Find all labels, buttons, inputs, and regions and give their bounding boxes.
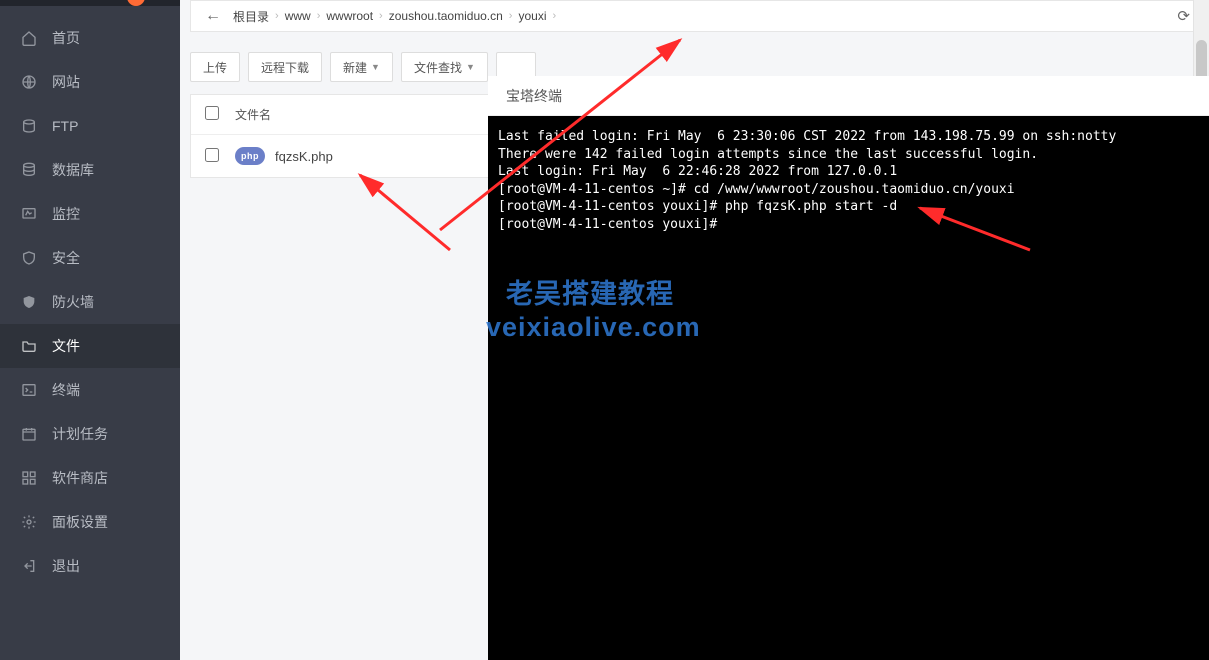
sidebar-item-label: 面板设置	[52, 512, 108, 532]
calendar-icon	[20, 425, 38, 443]
sidebar-item-label: FTP	[52, 118, 78, 134]
terminal-output[interactable]: Last failed login: Fri May 6 23:30:06 CS…	[488, 116, 1209, 660]
sidebar-item-label: 防火墙	[52, 292, 94, 312]
sidebar-item-label: 终端	[52, 380, 80, 400]
sidebar-item-label: 监控	[52, 204, 80, 224]
sidebar: 首页 网站 FTP 数据库 监控 安全 防火墙 文件	[0, 0, 180, 660]
folder-icon	[20, 337, 38, 355]
remote-download-button[interactable]: 远程下载	[248, 52, 322, 82]
apps-icon	[20, 469, 38, 487]
breadcrumb-segment[interactable]: youxi	[512, 9, 552, 23]
shield-icon	[20, 249, 38, 267]
row-checkbox[interactable]	[205, 148, 235, 165]
notification-badge[interactable]	[127, 0, 145, 6]
breadcrumb-bar: ← 根目录› www› wwwroot› zoushou.taomiduo.cn…	[190, 0, 1199, 32]
terminal-title: 宝塔终端	[488, 76, 1209, 116]
sidebar-item-cron[interactable]: 计划任务	[0, 412, 180, 456]
sidebar-item-label: 首页	[52, 28, 80, 48]
sidebar-item-ftp[interactable]: FTP	[0, 104, 180, 148]
sidebar-item-appstore[interactable]: 软件商店	[0, 456, 180, 500]
file-search-button[interactable]: 文件查找 ▼	[401, 52, 488, 82]
chevron-down-icon: ▼	[466, 62, 475, 72]
sidebar-item-home[interactable]: 首页	[0, 16, 180, 60]
file-name-text: fqzsK.php	[275, 149, 333, 164]
new-button[interactable]: 新建 ▼	[330, 52, 393, 82]
breadcrumb: 根目录› www› wwwroot› zoushou.taomiduo.cn› …	[227, 8, 1177, 25]
settings-icon	[20, 513, 38, 531]
sidebar-item-website[interactable]: 网站	[0, 60, 180, 104]
file-search-label: 文件查找	[414, 59, 462, 76]
breadcrumb-segment[interactable]: zoushou.taomiduo.cn	[383, 9, 509, 23]
sidebar-item-logout[interactable]: 退出	[0, 544, 180, 588]
firewall-icon	[20, 293, 38, 311]
sidebar-menu: 首页 网站 FTP 数据库 监控 安全 防火墙 文件	[0, 6, 180, 588]
chevron-right-icon: ›	[552, 10, 556, 22]
sidebar-item-label: 安全	[52, 248, 80, 268]
sidebar-item-firewall[interactable]: 防火墙	[0, 280, 180, 324]
back-icon[interactable]: ←	[199, 7, 227, 25]
new-button-label: 新建	[343, 59, 367, 76]
sidebar-item-terminal[interactable]: 终端	[0, 368, 180, 412]
database-icon	[20, 161, 38, 179]
refresh-icon[interactable]: ⟳	[1177, 7, 1190, 25]
sidebar-item-files[interactable]: 文件	[0, 324, 180, 368]
upload-button[interactable]: 上传	[190, 52, 240, 82]
sidebar-item-label: 软件商店	[52, 468, 108, 488]
sidebar-item-monitor[interactable]: 监控	[0, 192, 180, 236]
sidebar-item-settings[interactable]: 面板设置	[0, 500, 180, 544]
sidebar-item-label: 文件	[52, 336, 80, 356]
drive-icon	[20, 117, 38, 135]
sidebar-header	[0, 0, 180, 6]
globe-icon	[20, 73, 38, 91]
terminal-icon	[20, 381, 38, 399]
home-icon	[20, 29, 38, 47]
sidebar-item-label: 计划任务	[52, 424, 108, 444]
sidebar-item-database[interactable]: 数据库	[0, 148, 180, 192]
php-icon: php	[235, 147, 265, 165]
chevron-down-icon: ▼	[371, 62, 380, 72]
breadcrumb-segment[interactable]: wwwroot	[320, 9, 379, 23]
breadcrumb-segment[interactable]: 根目录	[227, 8, 275, 25]
sidebar-item-label: 网站	[52, 72, 80, 92]
breadcrumb-segment[interactable]: www	[279, 9, 317, 23]
sidebar-item-security[interactable]: 安全	[0, 236, 180, 280]
monitor-icon	[20, 205, 38, 223]
sidebar-item-label: 退出	[52, 556, 80, 576]
select-all-checkbox[interactable]	[205, 106, 235, 123]
logout-icon	[20, 557, 38, 575]
terminal-panel: 宝塔终端 Last failed login: Fri May 6 23:30:…	[488, 76, 1209, 660]
sidebar-item-label: 数据库	[52, 160, 94, 180]
